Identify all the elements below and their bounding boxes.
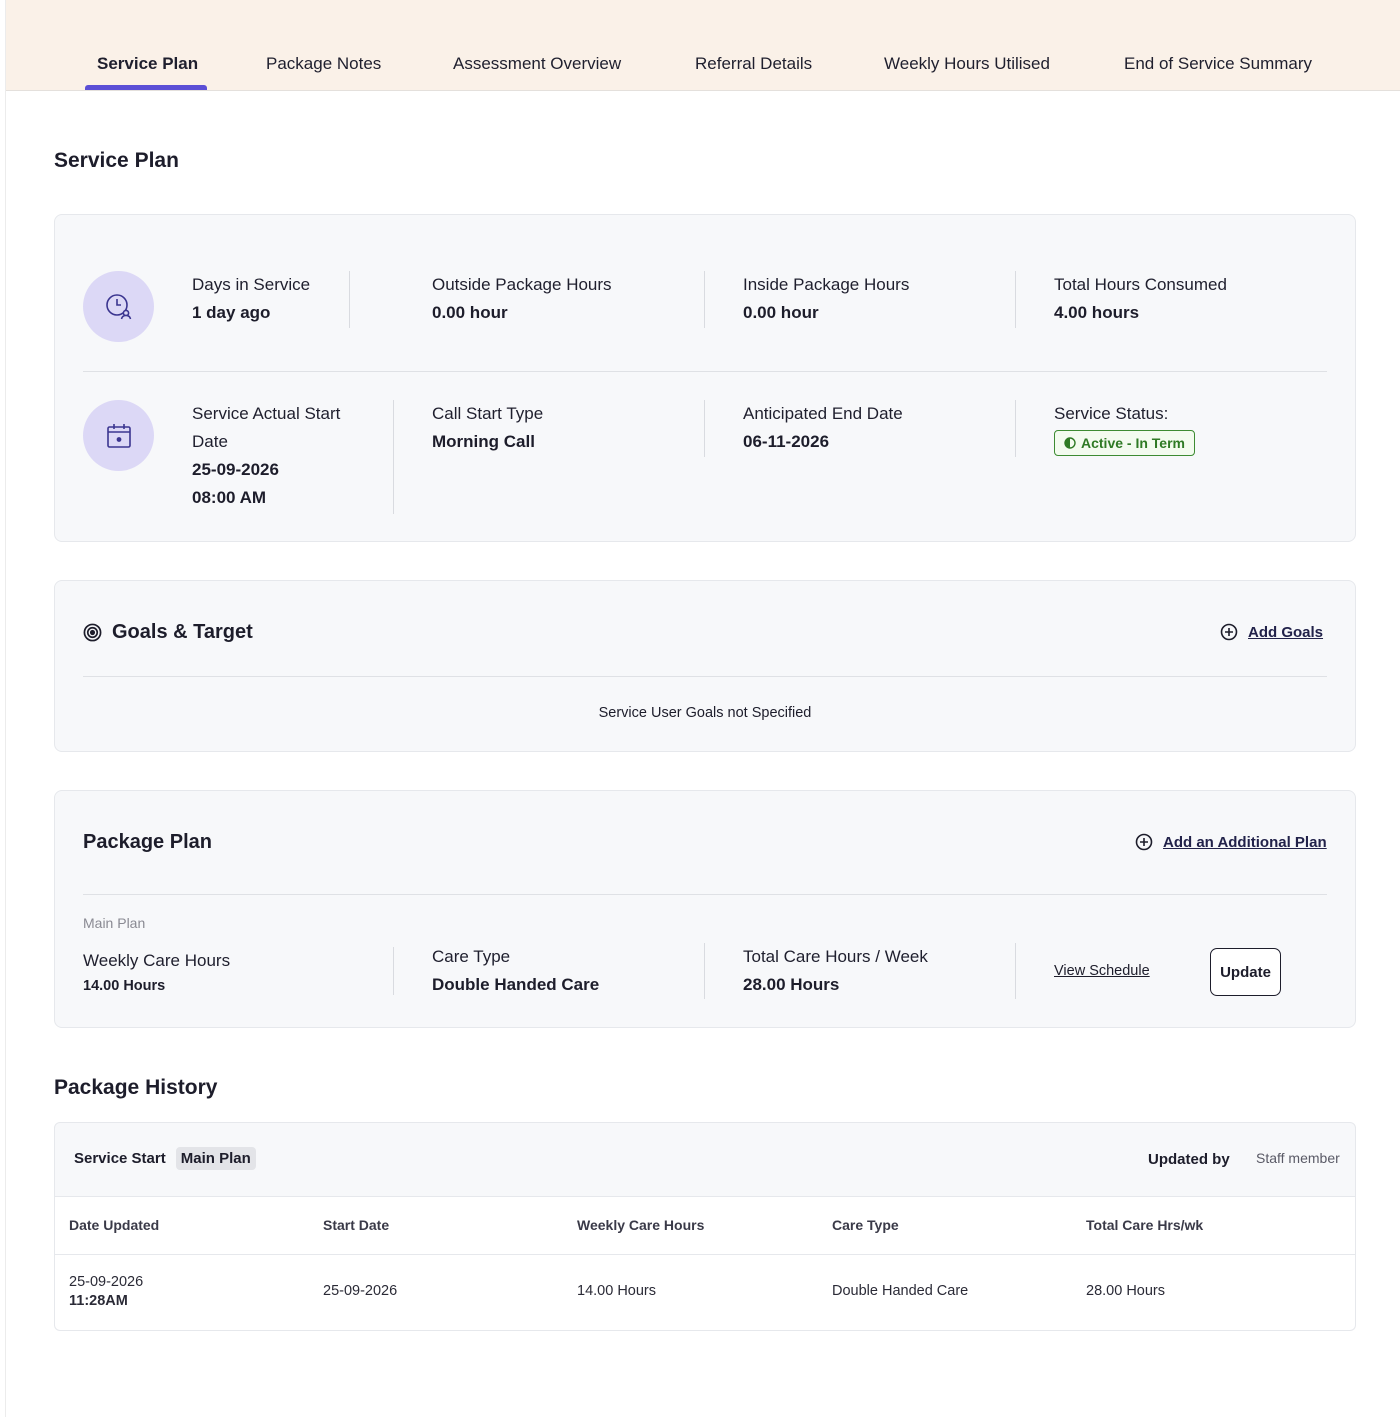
- divider: [393, 947, 394, 995]
- service-status: Service Status: Active - In Term: [1054, 400, 1195, 456]
- goals-card: Goals & Target Add Goals Service User Go…: [54, 580, 1356, 752]
- goals-divider: [83, 676, 1327, 677]
- status-half-circle-icon: [1064, 437, 1076, 449]
- tab-package-notes[interactable]: Package Notes: [266, 54, 381, 74]
- service-status-label: Service Status:: [1054, 404, 1169, 423]
- care-type-value: Double Handed Care: [432, 975, 600, 994]
- divider: [393, 400, 394, 514]
- days-in-service-value: 1 day ago: [192, 303, 271, 322]
- weekly-care-hours: Weekly Care Hours 14.00 Hours: [83, 947, 230, 997]
- update-button[interactable]: Update: [1210, 948, 1281, 996]
- start-time-value: 08:00 AM: [192, 488, 267, 507]
- anticipated-end-date-value: 06-11-2026: [743, 432, 830, 451]
- add-additional-plan-label: Add an Additional Plan: [1163, 833, 1327, 851]
- column-header-start-date: Start Date: [323, 1217, 390, 1233]
- goals-title: Goals & Target: [112, 621, 253, 643]
- days-in-service-label: Days in Service: [192, 275, 311, 294]
- cell-weekly-care-hours: 14.00 Hours: [577, 1283, 656, 1299]
- package-history-header: Service Start Main Plan Updated by Staff…: [54, 1122, 1356, 1197]
- total-care-hours-value: 28.00 Hours: [743, 975, 840, 994]
- tab-service-plan[interactable]: Service Plan: [97, 54, 198, 74]
- divider: [1015, 271, 1016, 328]
- package-plan-title: Package Plan: [83, 831, 212, 853]
- start-date-label-line1: Service Actual Start: [192, 404, 341, 423]
- total-care-hours-label: Total Care Hours / Week: [743, 947, 928, 966]
- cell-start-date: 25-09-2026: [323, 1283, 398, 1299]
- total-hours-consumed-value: 4.00 hours: [1054, 303, 1140, 322]
- status-badge-text: Active - In Term: [1081, 435, 1185, 451]
- service-summary-card: Days in Service 1 day ago Outside Packag…: [54, 214, 1356, 542]
- page: Service Plan Package Notes Assessment Ov…: [5, 0, 1400, 1417]
- outside-package-hours: Outside Package Hours 0.00 hour: [432, 271, 612, 327]
- service-start-label: Service Start: [74, 1150, 166, 1167]
- tab-end-of-service-summary[interactable]: End of Service Summary: [1124, 54, 1312, 74]
- cell-care-type: Double Handed Care: [832, 1283, 969, 1299]
- inside-package-hours-value: 0.00 hour: [743, 303, 819, 322]
- column-header-total-care-hrs: Total Care Hrs/wk: [1086, 1217, 1204, 1233]
- goals-header: Goals & Target: [83, 621, 253, 644]
- total-care-hours: Total Care Hours / Week 28.00 Hours: [743, 943, 928, 999]
- column-header-care-type: Care Type: [832, 1217, 899, 1233]
- tab-assessment-overview[interactable]: Assessment Overview: [453, 54, 621, 74]
- page-title: Service Plan: [54, 149, 179, 172]
- updated-by-value: Staff member: [1256, 1150, 1340, 1166]
- active-tab-indicator: [85, 85, 207, 90]
- divider: [349, 271, 350, 328]
- outside-package-hours-label: Outside Package Hours: [432, 275, 612, 294]
- service-actual-start-date: Service Actual Start Date 25-09-2026 08:…: [192, 400, 340, 512]
- weekly-care-hours-value: 14.00 Hours: [83, 978, 166, 994]
- total-hours-consumed-label: Total Hours Consumed: [1054, 275, 1227, 294]
- cell-total-care-hrs: 28.00 Hours: [1086, 1283, 1165, 1299]
- tab-referral-details[interactable]: Referral Details: [695, 54, 812, 74]
- call-start-type-value: Morning Call: [432, 432, 535, 451]
- column-header-date-updated: Date Updated: [69, 1217, 160, 1233]
- call-start-type: Call Start Type Morning Call: [432, 400, 543, 456]
- main-plan-chip: Main Plan: [175, 1147, 256, 1170]
- tab-weekly-hours-utilised[interactable]: Weekly Hours Utilised: [884, 54, 1050, 74]
- table-header-divider: [55, 1254, 1355, 1255]
- plus-circle-icon: [1220, 623, 1238, 641]
- column-header-weekly-care-hours: Weekly Care Hours: [577, 1217, 705, 1233]
- inside-package-hours-label: Inside Package Hours: [743, 275, 910, 294]
- view-schedule-link[interactable]: View Schedule: [1054, 963, 1150, 979]
- anticipated-end-date: Anticipated End Date 06-11-2026: [743, 400, 903, 456]
- updated-by-label: Updated by: [1148, 1151, 1230, 1168]
- package-plan-card: Package Plan Add an Additional Plan Main…: [54, 790, 1356, 1028]
- weekly-care-hours-label: Weekly Care Hours: [83, 951, 231, 970]
- add-goals-button[interactable]: Add Goals: [1220, 623, 1323, 641]
- outside-package-hours-value: 0.00 hour: [432, 303, 508, 322]
- total-hours-consumed: Total Hours Consumed 4.00 hours: [1054, 271, 1227, 327]
- divider: [704, 400, 705, 457]
- plus-circle-icon: [1135, 833, 1153, 851]
- divider: [1015, 400, 1016, 457]
- divider: [1015, 943, 1016, 999]
- goals-empty-text: Service User Goals not Specified: [598, 705, 812, 721]
- row-divider: [83, 371, 1327, 372]
- divider: [704, 271, 705, 328]
- package-history-table: Date Updated Start Date Weekly Care Hour…: [54, 1197, 1356, 1331]
- package-plan-divider: [83, 894, 1327, 895]
- package-history-title: Package History: [54, 1076, 218, 1099]
- start-date-value: 25-09-2026: [192, 460, 279, 479]
- care-type-label: Care Type: [432, 947, 511, 966]
- cell-date-updated: 25-09-2026: [69, 1274, 144, 1290]
- add-goals-label: Add Goals: [1248, 623, 1324, 641]
- target-icon: [83, 623, 102, 642]
- service-start-group: Service Start Main Plan: [74, 1147, 256, 1170]
- care-type: Care Type Double Handed Care: [432, 943, 599, 999]
- call-start-type-label: Call Start Type: [432, 404, 544, 423]
- anticipated-end-date-label: Anticipated End Date: [743, 404, 903, 423]
- tab-bar: Service Plan Package Notes Assessment Ov…: [6, 0, 1400, 91]
- status-badge: Active - In Term: [1054, 430, 1195, 456]
- main-plan-label: Main Plan: [83, 915, 146, 931]
- start-date-label-line2: Date: [192, 432, 228, 451]
- cell-time-updated: 11:28AM: [69, 1293, 128, 1309]
- days-in-service: Days in Service 1 day ago: [192, 271, 310, 327]
- divider: [704, 943, 705, 999]
- inside-package-hours: Inside Package Hours 0.00 hour: [743, 271, 909, 327]
- clock-user-icon: [83, 271, 154, 342]
- calendar-icon: [83, 400, 154, 471]
- add-additional-plan-button[interactable]: Add an Additional Plan: [1135, 833, 1327, 851]
